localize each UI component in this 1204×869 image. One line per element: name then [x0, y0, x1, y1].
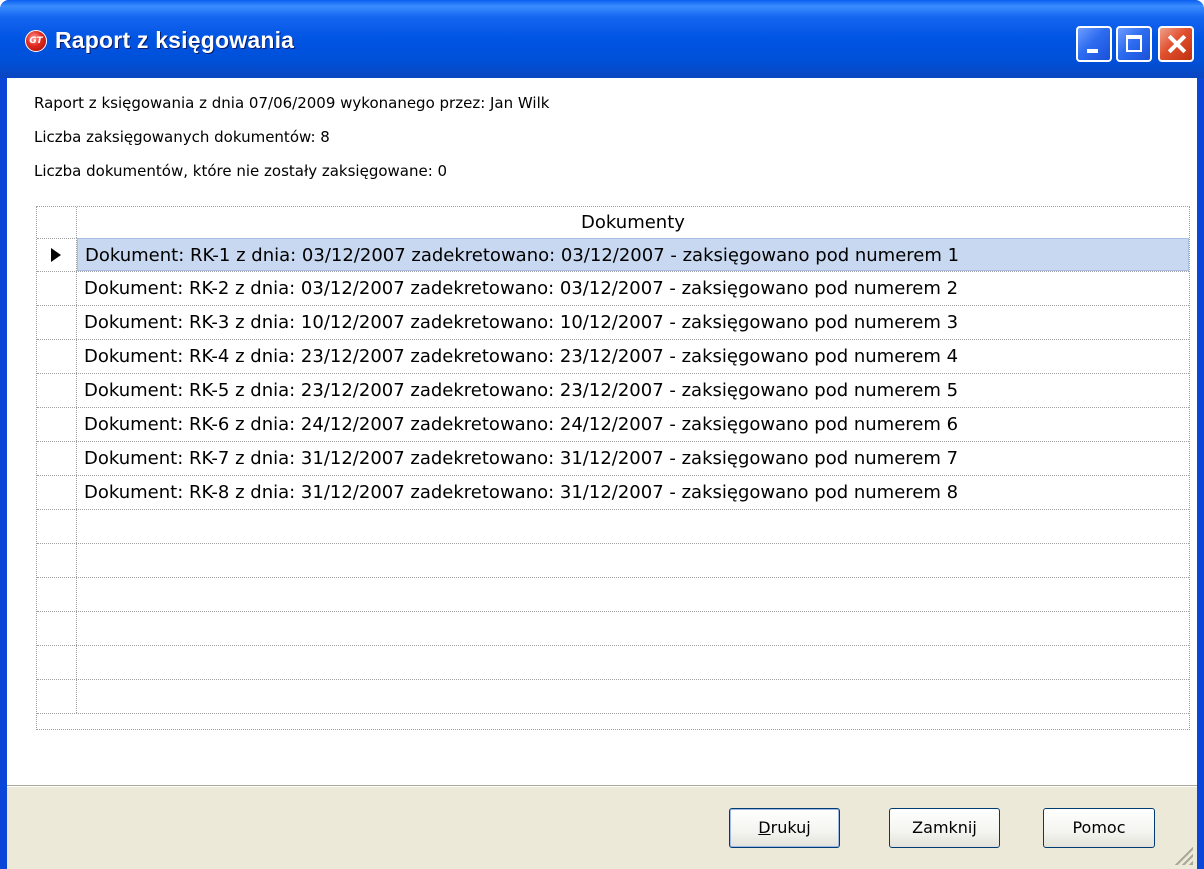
app-logo-icon: GT	[25, 30, 47, 52]
current-row-arrow-icon	[51, 248, 61, 262]
table-row[interactable]	[37, 510, 1189, 544]
document-cell[interactable]: Dokument: RK-4 z dnia: 23/12/2007 zadekr…	[77, 340, 1189, 373]
report-panel: Raport z księgowania z dnia 07/06/2009 w…	[7, 78, 1197, 785]
row-selector[interactable]	[37, 374, 77, 407]
documents-grid[interactable]: Dokumenty Dokument: RK-1 z dnia: 03/12/2…	[36, 206, 1190, 730]
row-selector[interactable]	[37, 340, 77, 373]
window-title: Raport z księgowania	[55, 27, 295, 53]
document-cell[interactable]: Dokument: RK-1 z dnia: 03/12/2007 zadekr…	[77, 238, 1189, 271]
dialog-client-area: Raport z księgowania z dnia 07/06/2009 w…	[7, 78, 1197, 869]
table-row[interactable]	[37, 680, 1189, 714]
table-row[interactable]	[37, 544, 1189, 578]
row-selector[interactable]	[37, 612, 77, 645]
help-button[interactable]: Pomoc	[1043, 808, 1155, 848]
title-bar[interactable]: GT Raport z księgowania	[0, 0, 1204, 78]
table-row[interactable]: Dokument: RK-2 z dnia: 03/12/2007 zadekr…	[37, 272, 1189, 306]
posted-count-line: Liczba zaksięgowanych dokumentów: 8	[34, 128, 330, 146]
row-selector[interactable]	[37, 510, 77, 543]
row-selector[interactable]	[37, 578, 77, 611]
report-dialog-window: GT Raport z księgowania Raport z księgow…	[0, 0, 1204, 869]
document-cell[interactable]	[77, 510, 1189, 543]
document-cell[interactable]	[77, 612, 1189, 645]
document-cell[interactable]: Dokument: RK-7 z dnia: 31/12/2007 zadekr…	[77, 442, 1189, 475]
table-row[interactable]	[37, 646, 1189, 680]
maximize-button[interactable]	[1116, 26, 1152, 62]
document-cell[interactable]	[77, 680, 1189, 713]
grid-header: Dokumenty	[37, 207, 1189, 239]
row-selector[interactable]	[37, 476, 77, 509]
grid-corner-cell	[37, 207, 77, 238]
print-button[interactable]: Drukuj	[729, 808, 840, 848]
document-cell[interactable]: Dokument: RK-3 z dnia: 10/12/2007 zadekr…	[77, 306, 1189, 339]
table-row[interactable]: Dokument: RK-5 z dnia: 23/12/2007 zadekr…	[37, 374, 1189, 408]
table-row[interactable]: Dokument: RK-3 z dnia: 10/12/2007 zadekr…	[37, 306, 1189, 340]
table-row[interactable]	[37, 578, 1189, 612]
document-cell[interactable]	[77, 544, 1189, 577]
document-cell[interactable]	[77, 578, 1189, 611]
table-row[interactable]	[37, 612, 1189, 646]
table-row[interactable]: Dokument: RK-1 z dnia: 03/12/2007 zadekr…	[37, 238, 1189, 272]
maximize-icon	[1126, 35, 1142, 52]
close-button[interactable]: Zamknij	[889, 808, 1000, 848]
report-header-line: Raport z księgowania z dnia 07/06/2009 w…	[34, 94, 550, 112]
close-window-button[interactable]	[1158, 26, 1194, 62]
table-row[interactable]: Dokument: RK-8 z dnia: 31/12/2007 zadekr…	[37, 476, 1189, 510]
document-cell[interactable]	[77, 646, 1189, 679]
document-cell[interactable]: Dokument: RK-6 z dnia: 24/12/2007 zadekr…	[77, 408, 1189, 441]
row-selector[interactable]	[37, 306, 77, 339]
document-cell[interactable]: Dokument: RK-8 z dnia: 31/12/2007 zadekr…	[77, 476, 1189, 509]
column-header-documents[interactable]: Dokumenty	[77, 207, 1189, 238]
row-selector[interactable]	[37, 442, 77, 475]
document-cell[interactable]: Dokument: RK-5 z dnia: 23/12/2007 zadekr…	[77, 374, 1189, 407]
resize-grip-icon[interactable]	[1173, 845, 1193, 865]
not-posted-count-line: Liczba dokumentów, które nie zostały zak…	[34, 162, 448, 180]
footer-separator	[7, 785, 1197, 787]
row-selector[interactable]	[37, 408, 77, 441]
table-row[interactable]: Dokument: RK-6 z dnia: 24/12/2007 zadekr…	[37, 408, 1189, 442]
row-selector[interactable]	[37, 680, 77, 713]
minimize-button[interactable]	[1076, 26, 1112, 62]
row-selector[interactable]	[37, 646, 77, 679]
table-row[interactable]: Dokument: RK-4 z dnia: 23/12/2007 zadekr…	[37, 340, 1189, 374]
row-selector[interactable]	[37, 544, 77, 577]
minimize-icon	[1087, 49, 1098, 53]
document-cell[interactable]: Dokument: RK-2 z dnia: 03/12/2007 zadekr…	[77, 272, 1189, 305]
row-selector[interactable]	[37, 238, 77, 271]
row-selector[interactable]	[37, 272, 77, 305]
table-row[interactable]: Dokument: RK-7 z dnia: 31/12/2007 zadekr…	[37, 442, 1189, 476]
close-icon	[1160, 28, 1192, 60]
